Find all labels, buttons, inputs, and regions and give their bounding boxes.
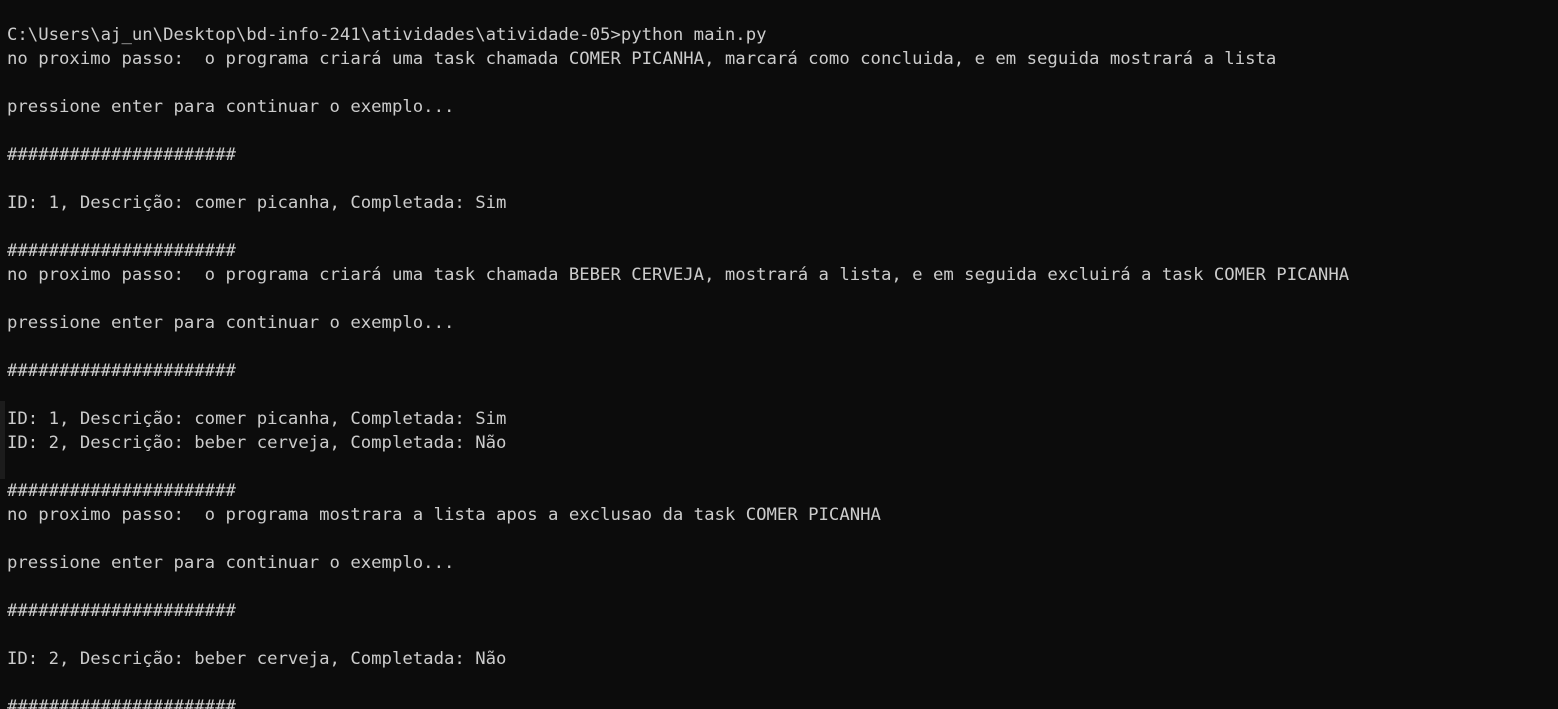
output-line: pressione enter para continuar o exemplo… bbox=[7, 313, 455, 333]
task-row: ID: 2, Descrição: beber cerveja, Complet… bbox=[7, 649, 507, 669]
output-line: pressione enter para continuar o exemplo… bbox=[7, 553, 455, 573]
command-prompt-line: C:\Users\aj_un\Desktop\bd-info-241\ativi… bbox=[7, 25, 767, 45]
task-row: ID: 1, Descrição: comer picanha, Complet… bbox=[7, 193, 507, 213]
separator-line: ###################### bbox=[7, 361, 236, 381]
output-line: no proximo passo: o programa mostrara a … bbox=[7, 505, 881, 525]
separator-line: ###################### bbox=[7, 145, 236, 165]
separator-line: ###################### bbox=[7, 481, 236, 501]
separator-line: ###################### bbox=[7, 601, 236, 621]
output-line: no proximo passo: o programa criará uma … bbox=[7, 265, 1350, 285]
selection-edge bbox=[0, 401, 5, 479]
task-row: ID: 2, Descrição: beber cerveja, Complet… bbox=[7, 433, 507, 453]
task-row: ID: 1, Descrição: comer picanha, Complet… bbox=[7, 409, 507, 429]
output-line: pressione enter para continuar o exemplo… bbox=[7, 97, 455, 117]
separator-line: ###################### bbox=[7, 697, 236, 709]
separator-line: ###################### bbox=[7, 241, 236, 261]
terminal-window[interactable]: C:\Users\aj_un\Desktop\bd-info-241\ativi… bbox=[0, 0, 1558, 709]
terminal-output: C:\Users\aj_un\Desktop\bd-info-241\ativi… bbox=[7, 23, 1349, 709]
output-line: no proximo passo: o programa criará uma … bbox=[7, 49, 1277, 69]
